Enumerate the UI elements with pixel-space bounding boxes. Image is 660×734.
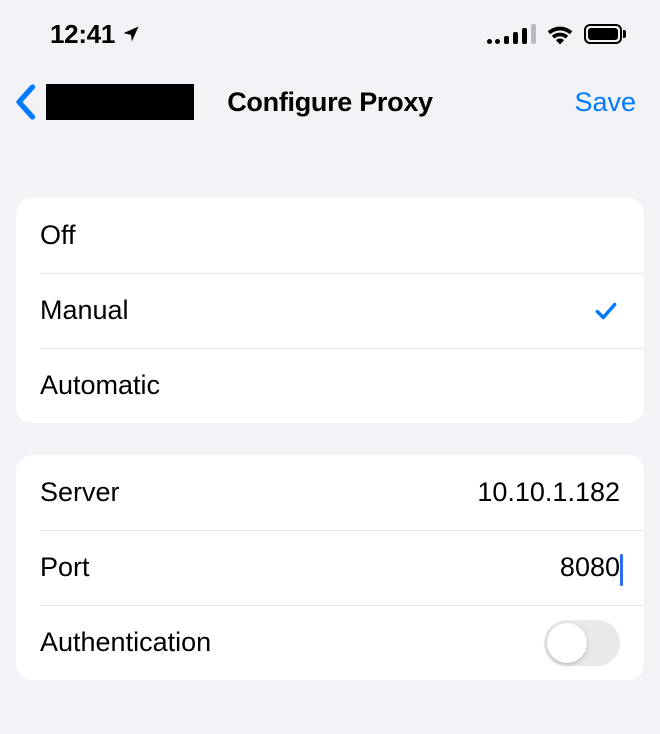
proxy-mode-group: Off Manual Automatic xyxy=(16,198,644,423)
checkmark-icon xyxy=(592,298,620,324)
toggle-knob xyxy=(547,623,587,663)
proxy-mode-off[interactable]: Off xyxy=(16,198,644,273)
authentication-row: Authentication xyxy=(16,605,644,680)
port-input[interactable] xyxy=(110,552,620,583)
option-label: Manual xyxy=(40,295,129,326)
authentication-label: Authentication xyxy=(40,627,211,658)
back-label-redacted xyxy=(46,84,194,120)
server-input[interactable] xyxy=(140,477,620,508)
option-label: Off xyxy=(40,220,76,251)
server-label: Server xyxy=(40,477,120,508)
back-button[interactable] xyxy=(14,84,194,120)
server-value xyxy=(140,477,620,508)
server-row[interactable]: Server xyxy=(16,455,644,530)
authentication-toggle[interactable] xyxy=(544,620,620,666)
wifi-icon xyxy=(546,23,574,45)
nav-bar: Configure Proxy Save xyxy=(0,60,660,142)
status-time: 12:41 xyxy=(50,19,115,50)
chevron-left-icon xyxy=(14,84,36,120)
option-label: Automatic xyxy=(40,370,160,401)
location-icon xyxy=(121,24,141,44)
cellular-signal-icon xyxy=(487,24,536,44)
status-bar-left: 12:41 xyxy=(50,19,141,50)
port-value xyxy=(110,552,620,583)
content-area: Off Manual Automatic Server Port Authent… xyxy=(0,142,660,696)
proxy-mode-manual[interactable]: Manual xyxy=(16,273,644,348)
proxy-mode-automatic[interactable]: Automatic xyxy=(16,348,644,423)
port-label: Port xyxy=(40,552,90,583)
save-button[interactable]: Save xyxy=(574,87,636,118)
battery-icon xyxy=(584,24,626,44)
page-title: Configure Proxy xyxy=(227,87,433,118)
status-bar: 12:41 xyxy=(0,0,660,60)
status-bar-right xyxy=(487,23,626,45)
proxy-settings-group: Server Port Authentication xyxy=(16,455,644,680)
port-row[interactable]: Port xyxy=(16,530,644,605)
